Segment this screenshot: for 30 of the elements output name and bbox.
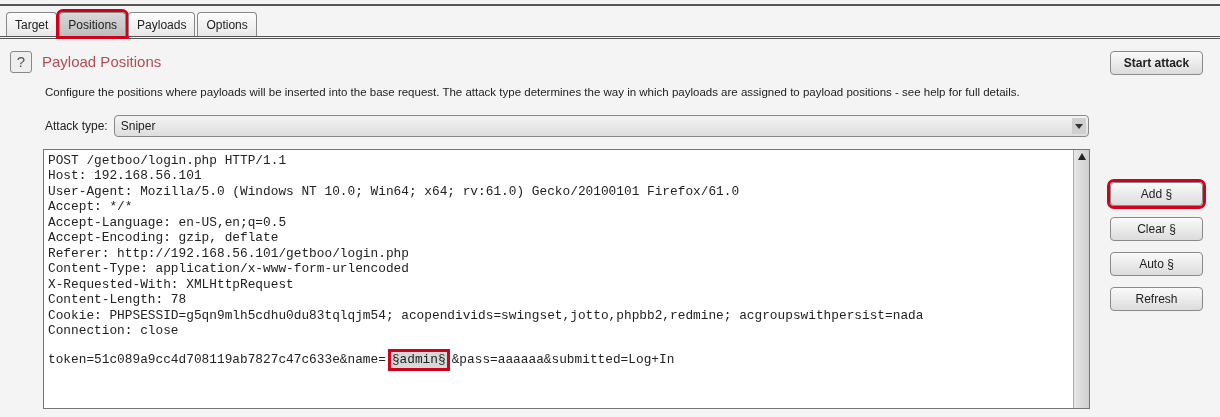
- help-icon[interactable]: ?: [10, 51, 32, 74]
- tab[interactable]: Options: [197, 12, 257, 36]
- action-button[interactable]: Clear §: [1110, 217, 1203, 241]
- request-line: POST /getboo/login.php HTTP/1.1: [48, 152, 287, 169]
- request-line: Content-Type: application/x-www-form-urlencoded: [48, 261, 409, 277]
- request-line: User-Agent: Mozilla/5.0 (Windows NT 10.0; Win64; x64; rv:61.0) Gecko/20100101 Firefox/61.0: [48, 183, 740, 200]
- field-label: Attack type:: [45, 117, 108, 135]
- tab[interactable]: Payloads: [128, 12, 196, 36]
- action-button[interactable]: Add §: [1110, 182, 1203, 206]
- action-button[interactable]: Auto §: [1110, 252, 1203, 276]
- description: Configure the positions where payloads will be inserted into the base request. The attack type determines the way in which payloads are assigned to payload positions - see help for full details.: [45, 84, 1021, 100]
- request-line: &pass=aaaaaa&submitted=Log+In: [451, 352, 675, 368]
- action-button[interactable]: Start attack: [1110, 51, 1203, 75]
- request-line: Connection: close: [48, 323, 179, 339]
- attack-type-dropdown[interactable]: Sniper: [113, 114, 1089, 137]
- request-line: Accept-Encoding: gzip, deflate: [48, 230, 279, 246]
- action-button[interactable]: Refresh: [1110, 287, 1203, 311]
- request-line: Accept-Language: en-US,en;q=0.5: [48, 214, 287, 231]
- request-line: Host: 192.168.56.101: [48, 168, 202, 184]
- request-line: Cookie: PHPSESSID=g5qn9mlh5cdhu0du83tqlqjm54; acopendivids=swingset,jotto,phpbb2,redmine; acgroupswithpersist=nada: [48, 307, 924, 324]
- request-line: token=51c089a9cc4d708119ab7827c47c633e&name=: [48, 352, 386, 368]
- request-line: Accept: */*: [48, 199, 133, 215]
- request-line: X-Requested-With: XMLHttpRequest: [48, 276, 294, 293]
- payload-marker: §admin§: [387, 349, 450, 371]
- request-line: Referer: http://192.168.56.101/getboo/login.php: [48, 245, 409, 262]
- scrollbar[interactable]: [1073, 149, 1089, 408]
- request-line: Content-Length: 78: [48, 292, 187, 308]
- section-title: Payload Positions: [42, 52, 162, 72]
- tab[interactable]: Positions: [59, 12, 127, 36]
- tab[interactable]: Target: [6, 12, 58, 36]
